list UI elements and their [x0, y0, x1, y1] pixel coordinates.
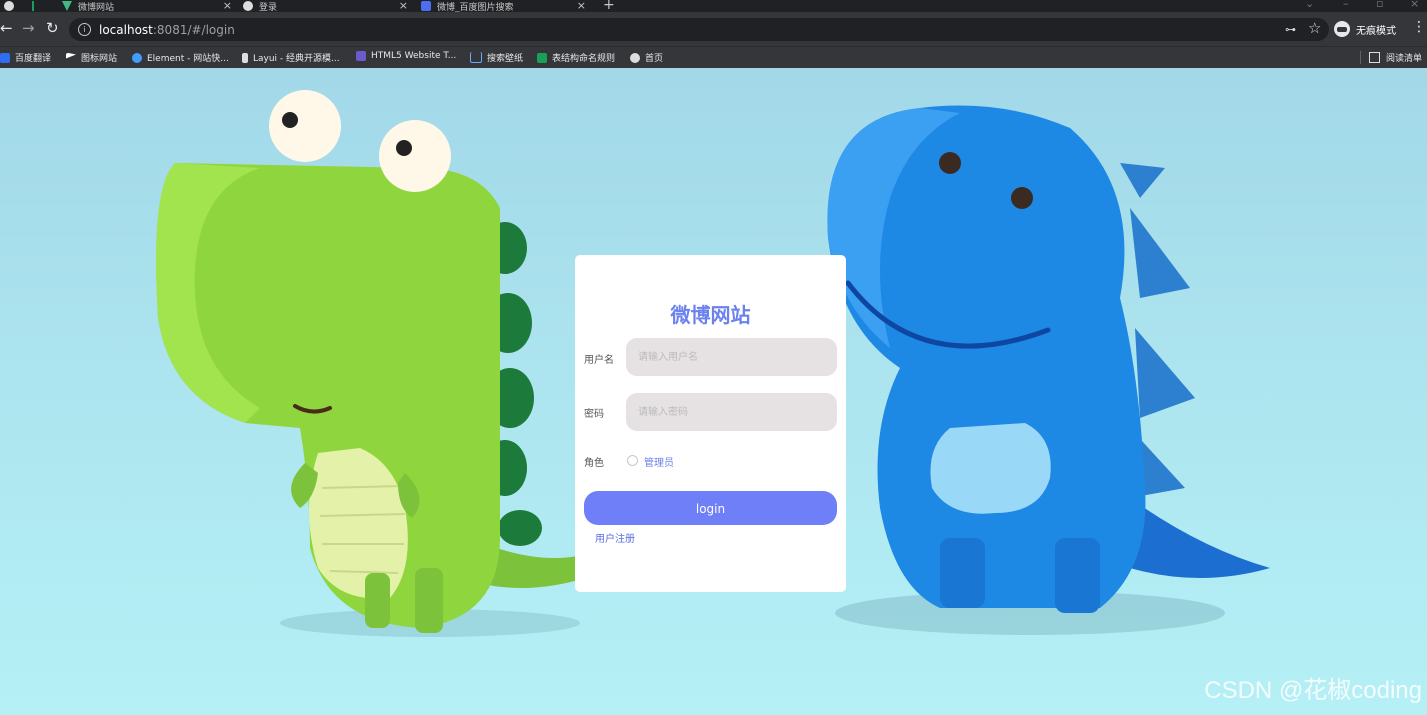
login-button[interactable]: login [584, 491, 837, 525]
password-label: 密码 [584, 409, 604, 420]
close-icon[interactable]: × [577, 0, 586, 12]
tab-weibo-site[interactable]: 微博网站 × [62, 0, 232, 12]
minimize-icon[interactable]: – [1343, 0, 1349, 10]
username-label: 用户名 [584, 355, 614, 366]
bookmark-item[interactable]: Element - 网站快... [132, 51, 229, 64]
maximize-icon[interactable]: ▫ [1376, 0, 1383, 10]
layui-icon [242, 52, 248, 63]
close-icon[interactable]: × [399, 0, 408, 12]
incognito-label: 无痕模式 [1356, 25, 1396, 37]
bookmark-star-icon[interactable]: ☆ [1308, 19, 1321, 37]
baidu-icon [421, 1, 431, 11]
bookmark-item[interactable]: Layui - 经典开源模... [242, 51, 340, 64]
vue-icon [62, 1, 72, 11]
tab-pinned-green[interactable] [32, 0, 40, 12]
register-link[interactable]: 用户注册 [595, 530, 635, 545]
bookmark-label: 搜索壁纸 [487, 54, 524, 64]
bookmark-item[interactable]: 图标网站 [66, 51, 117, 64]
bookmark-label: 首页 [645, 54, 664, 64]
translate-icon [0, 52, 10, 63]
tab-strip: 微博网站 × 登录 × 微博_百度图片搜索 × + ⌄ – ▫ × [0, 0, 1427, 12]
bookmark-label: 百度翻译 [15, 54, 52, 64]
bookmark-item[interactable]: 表结构命名规则 [537, 51, 615, 64]
close-icon[interactable]: × [223, 0, 232, 12]
address-toolbar: ← → ↻ i localhost:8081/#/login ⊶ ☆ 无痕模式 … [0, 12, 1427, 46]
tab-search-icon[interactable]: ⌄ [1305, 0, 1314, 10]
window-close-icon[interactable]: × [1410, 0, 1419, 10]
reload-icon[interactable]: ↻ [46, 19, 59, 37]
flag-icon [66, 52, 76, 59]
globe-icon [630, 52, 640, 63]
html5-icon [356, 51, 366, 61]
menu-kebab-icon[interactable]: ⋮ [1412, 19, 1426, 35]
incognito-indicator[interactable]: 无痕模式 [1334, 17, 1396, 41]
tab-title: 微博_百度图片搜索 [437, 2, 514, 13]
url-path: :8081/#/login [152, 22, 235, 37]
bookmark-item[interactable]: 百度翻译 [0, 51, 51, 64]
reading-list-icon [1368, 52, 1380, 63]
back-icon[interactable]: ← [0, 19, 13, 37]
reading-list-button[interactable]: 阅读清单 [1368, 51, 1422, 64]
bookmark-label: Layui - 经典开源模... [253, 54, 340, 64]
password-input[interactable] [626, 393, 837, 431]
incognito-icon [1334, 21, 1350, 37]
sheet-icon [32, 1, 34, 11]
tab-baidu-images[interactable]: 微博_百度图片搜索 × [421, 0, 586, 12]
blue-dinosaur-illustration [827, 105, 1270, 635]
site-info-icon[interactable]: i [78, 23, 91, 36]
username-input[interactable] [626, 338, 837, 376]
url-host: localhost [99, 22, 153, 37]
bookmark-label: Element - 网站快... [147, 54, 229, 64]
bookmark-label: 图标网站 [81, 54, 118, 64]
forward-icon[interactable]: → [22, 19, 35, 37]
element-icon [132, 52, 142, 63]
green-dinosaur-illustration [156, 90, 594, 637]
url-field[interactable]: i localhost:8081/#/login [69, 18, 1329, 41]
login-page: 微博网站 用户名 密码 角色 管理员 login 用户注册 CSDN @花椒co… [0, 68, 1427, 715]
login-title: 微博网站 [670, 303, 751, 327]
bookmark-label: 表结构命名规则 [552, 54, 616, 64]
bookmark-label: HTML5 Website T... [371, 51, 457, 61]
role-admin-label[interactable]: 管理员 [644, 454, 674, 469]
new-tab-icon[interactable]: + [603, 0, 615, 12]
globe-icon [4, 1, 14, 11]
tab-login[interactable]: 登录 × [243, 0, 408, 12]
tab-pinned[interactable] [4, 0, 20, 12]
tab-title: 登录 [259, 2, 278, 13]
bookmark-item[interactable]: HTML5 Website T... [356, 51, 456, 61]
bookmarks-bar: 百度翻译 图标网站 Element - 网站快... Layui - 经典开源模… [0, 46, 1427, 69]
bookmark-item[interactable]: 首页 [630, 51, 663, 64]
login-card: 微博网站 用户名 密码 角色 管理员 login 用户注册 [575, 255, 846, 592]
bookmark-item[interactable]: 搜索壁纸 [470, 51, 523, 64]
key-icon[interactable]: ⊶ [1285, 23, 1296, 36]
reading-list-label: 阅读清单 [1385, 54, 1422, 64]
wallpaper-icon [470, 52, 482, 63]
globe-icon [243, 1, 253, 11]
role-label: 角色 [584, 458, 604, 469]
role-admin-radio[interactable] [627, 455, 638, 466]
sheet-icon [537, 52, 547, 63]
bookmark-divider [1360, 51, 1361, 64]
watermark: CSDN @花椒coding [1204, 677, 1422, 704]
tab-title: 微博网站 [78, 2, 115, 13]
